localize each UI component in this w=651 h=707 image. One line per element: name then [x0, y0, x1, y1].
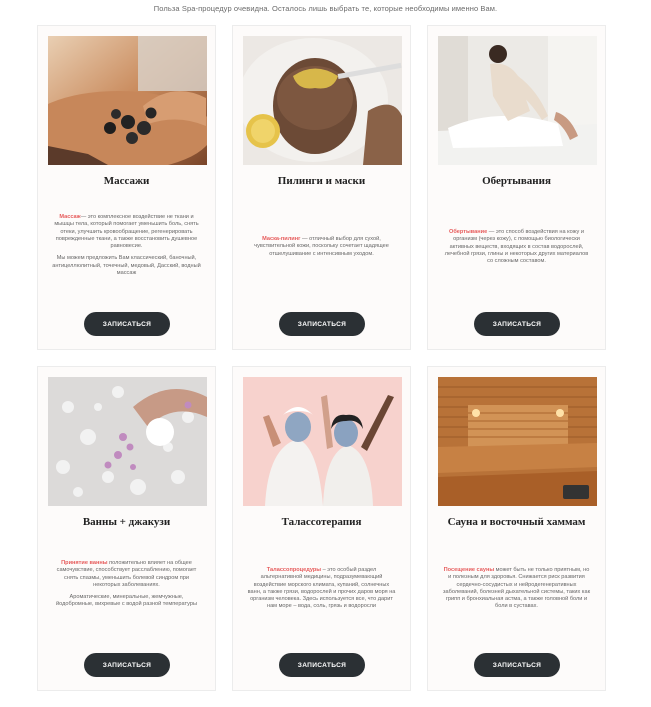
service-card-wraps: Обертывания Обертывание — это способ воз…	[427, 25, 606, 350]
card-description: Маска-пилинг — отличный выбор для сухой,…	[247, 236, 396, 258]
card-title: Массажи	[103, 175, 150, 187]
service-card-sauna: Сауна и восточный хаммам Посещение сауны…	[427, 366, 606, 691]
intro-text: Польза Spa-процедур очевидна. Осталось л…	[153, 4, 498, 13]
book-button[interactable]: ЗАПИСАТЬСЯ	[84, 312, 170, 336]
book-button[interactable]: ЗАПИСАТЬСЯ	[474, 312, 560, 336]
card-description: Талассопроцедуры – это особый раздел аль…	[247, 567, 396, 611]
service-card-peeling: Пилинги и маски Маска-пилинг — отличный …	[232, 25, 411, 350]
bath-photo	[48, 377, 207, 506]
card-text: – это особый раздел альтернативной медиц…	[247, 567, 396, 610]
card-description: Принятие ванны положительно влияет на об…	[52, 560, 201, 609]
card-description: Массаж— это комплексное воздействие не т…	[52, 214, 201, 277]
card-description: Обертывание — это способ воздействия на …	[442, 229, 591, 265]
card-highlight: Посещение сауны	[443, 567, 495, 573]
book-button[interactable]: ЗАПИСАТЬСЯ	[279, 653, 365, 677]
card-highlight: Маска-пилинг	[262, 236, 301, 242]
peeling-photo	[243, 36, 402, 165]
thalasso-photo	[243, 377, 402, 506]
massage-photo	[48, 36, 207, 165]
card-highlight: Принятие ванны	[61, 560, 108, 566]
card-text-extra: Ароматические, минеральные, жемчужные, й…	[56, 594, 197, 608]
book-button[interactable]: ЗАПИСАТЬСЯ	[84, 653, 170, 677]
sauna-photo	[438, 377, 597, 506]
card-highlight: Массаж	[59, 214, 81, 220]
service-card-thalasso: Талассотерапия Талассопроцедуры – это ос…	[232, 366, 411, 691]
service-card-baths: Ванны + джакузи Принятие ванны положител…	[37, 366, 216, 691]
card-title: Пилинги и маски	[277, 175, 366, 187]
card-text-extra: Мы можем предложить Вам классический, ба…	[52, 255, 201, 277]
card-highlight: Талассопроцедуры	[266, 567, 322, 573]
card-title: Ванны + джакузи	[82, 516, 171, 528]
card-title: Талассотерапия	[281, 516, 362, 528]
service-card-massage: Массажи Массаж— это комплексное воздейст…	[37, 25, 216, 350]
card-title: Сауна и восточный хаммам	[447, 516, 586, 528]
card-title: Обертывания	[482, 175, 551, 187]
wraps-photo	[438, 36, 597, 165]
book-button[interactable]: ЗАПИСАТЬСЯ	[474, 653, 560, 677]
card-description: Посещение сауны может быть не только при…	[442, 567, 591, 611]
book-button[interactable]: ЗАПИСАТЬСЯ	[279, 312, 365, 336]
card-text: может быть не только приятным, но и поле…	[442, 567, 591, 610]
card-highlight: Обертывание	[449, 229, 488, 235]
